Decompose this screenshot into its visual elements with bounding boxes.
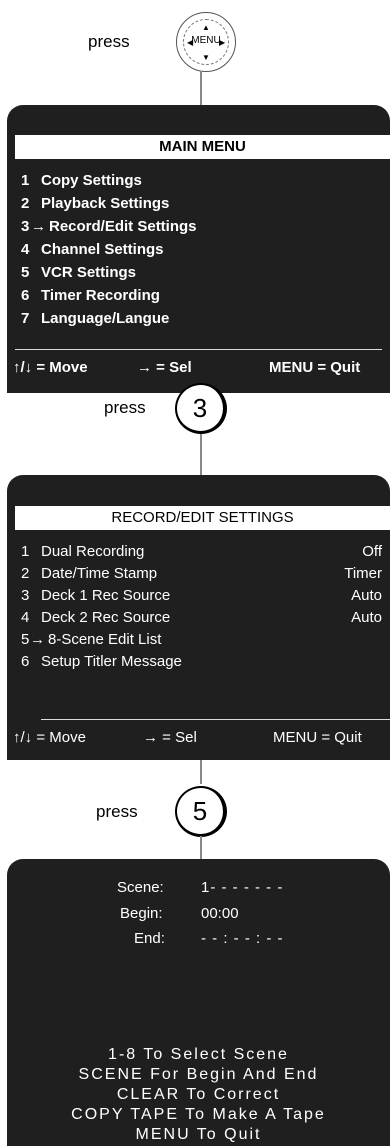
item-label: VCR Settings <box>41 264 137 281</box>
help-line: CLEAR To Correct <box>116 1086 281 1103</box>
record-edit-screen: RECORD/EDIT SETTINGS 1 Dual Recording Off 2… <box>7 475 390 760</box>
menu-button[interactable]: ▲ ▼ ◀ ▶ MENU <box>176 12 236 72</box>
key-3-button[interactable]: 3 <box>175 383 227 434</box>
item-label: Channel Settings <box>41 241 164 258</box>
item-label: Setup Titler Message <box>41 653 182 670</box>
connector-line <box>200 760 202 784</box>
help-line: SCENE For Begin And End <box>78 1066 319 1083</box>
item-number: 4 <box>21 609 30 626</box>
item-label: Timer Recording <box>41 287 160 304</box>
press-label-1: press <box>88 32 130 51</box>
item-label: Deck 1 Rec Source <box>41 587 171 604</box>
footer-move: ↑/↓ = Move <box>13 729 86 746</box>
item-value: Auto <box>351 587 382 604</box>
press-label-3: press <box>96 802 138 821</box>
up-arrow-icon: ▲ <box>202 23 210 32</box>
menu-button-label: MENU <box>191 35 221 46</box>
item-value: Off <box>362 543 382 560</box>
item-number: 2 <box>21 565 30 582</box>
selection-arrow-icon: → <box>31 218 46 235</box>
item-label: Copy Settings <box>41 172 142 189</box>
begin-label: Begin: <box>120 905 163 922</box>
item-number: 2 <box>21 195 30 212</box>
item-label: Language/Langue <box>41 310 170 327</box>
item-number: 5 <box>21 631 30 648</box>
footer-select: → = Sel <box>143 729 197 746</box>
item-label: Date/Time Stamp <box>41 565 158 582</box>
help-line: MENU To Quit <box>135 1126 262 1143</box>
item-label: Dual Recording <box>41 543 145 560</box>
footer-select: → = Sel <box>137 359 192 376</box>
footer-quit: MENU = Quit <box>273 729 362 746</box>
divider <box>15 349 382 350</box>
connector-line <box>200 836 202 860</box>
item-number: 1 <box>21 543 30 560</box>
begin-value: 00:00 <box>201 905 239 922</box>
down-arrow-icon: ▼ <box>202 53 210 62</box>
item-number: 4 <box>21 241 30 258</box>
footer-quit: MENU = Quit <box>269 359 361 376</box>
help-line: 1-8 To Select Scene <box>108 1046 289 1063</box>
item-label: 8-Scene Edit List <box>48 631 162 648</box>
help-line: COPY TAPE To Make A Tape <box>71 1106 326 1123</box>
main-menu-screen: MAIN MENU 1 Copy Settings 2 Playback Settin… <box>7 105 390 393</box>
connector-line <box>200 434 202 476</box>
item-label: Record/Edit Settings <box>49 218 197 235</box>
key-5-button[interactable]: 5 <box>175 786 227 837</box>
item-number: 6 <box>21 653 30 670</box>
selection-arrow-icon: → <box>30 631 45 648</box>
press-label-2: press <box>104 398 146 417</box>
end-label: End: <box>134 930 165 947</box>
footer-move: ↑/↓ = Move <box>13 359 88 376</box>
divider <box>41 719 390 720</box>
record-edit-title: RECORD/EDIT SETTINGS <box>15 506 390 530</box>
item-label: Deck 2 Rec Source <box>41 609 171 626</box>
item-number: 3 <box>21 587 30 604</box>
item-label: Playback Settings <box>41 195 170 212</box>
main-menu-title: MAIN MENU <box>15 135 390 159</box>
item-value: Auto <box>351 609 382 626</box>
item-value: Timer <box>344 565 382 582</box>
scene-edit-screen: Scene: 1- - - - - - - Begin: 00:00 End: … <box>7 859 390 1146</box>
item-number: 5 <box>21 264 30 281</box>
item-number: 6 <box>21 287 30 304</box>
item-number: 3 <box>21 218 30 235</box>
item-number: 1 <box>21 172 30 189</box>
end-value: - - : - - : - - <box>201 930 284 947</box>
scene-label: Scene: <box>117 879 164 896</box>
item-number: 7 <box>21 310 30 327</box>
scene-value: 1- - - - - - - <box>201 879 284 896</box>
connector-line <box>200 71 202 107</box>
